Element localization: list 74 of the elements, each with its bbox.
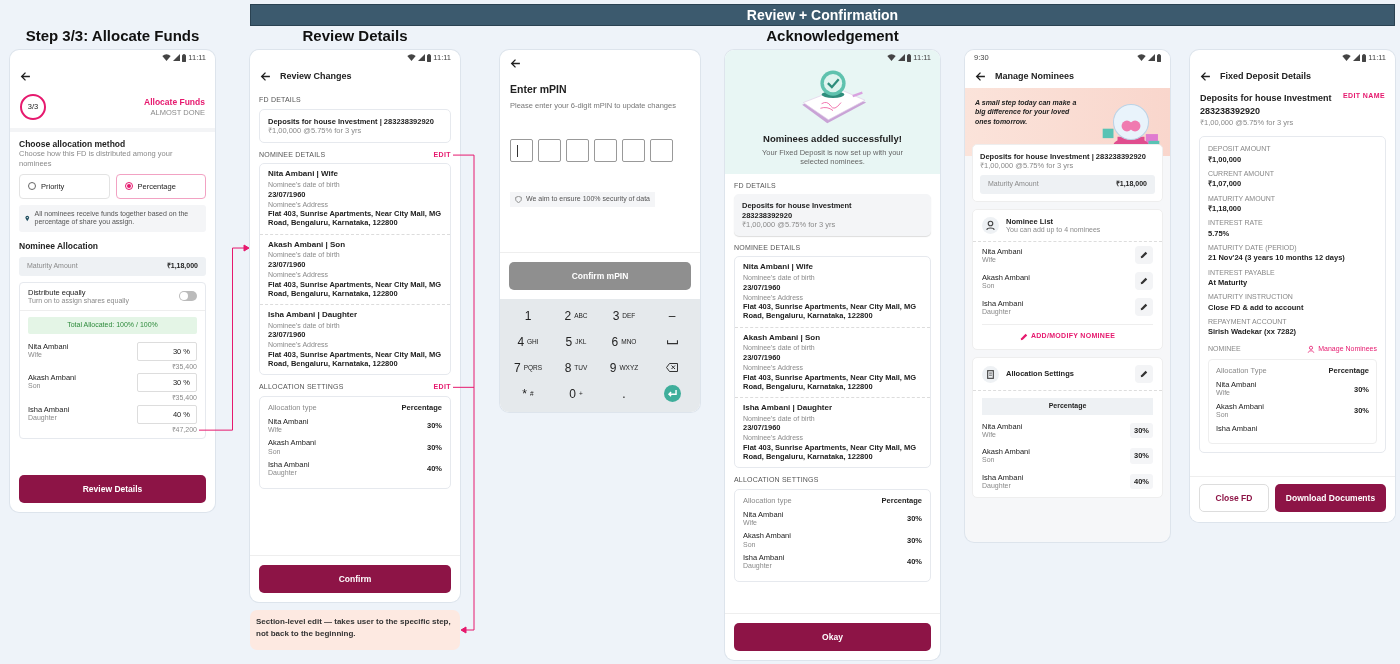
keypad-key[interactable]: 1	[504, 304, 552, 327]
section-heading: Acknowledgement	[765, 27, 900, 46]
fd-name: Deposits for house Investment	[1200, 92, 1332, 105]
signal-icon	[1353, 54, 1361, 61]
screen-title: Enter mPIN	[509, 82, 568, 96]
nominee-title: Isha Ambani | Daughter	[743, 402, 834, 413]
nominee-title: Akash Ambani | Son	[268, 239, 347, 250]
battery-icon	[427, 53, 432, 62]
keypad-key[interactable]: .	[600, 382, 648, 405]
section-heading: Review Details	[301, 27, 409, 46]
keypad-key[interactable]: –	[648, 304, 696, 327]
pin-digit-field[interactable]	[622, 139, 645, 163]
person-icon	[1307, 344, 1316, 353]
pin-digit-field[interactable]	[510, 139, 533, 163]
primary-button[interactable]: Okay	[734, 623, 931, 651]
fd-number: 283238392920	[1200, 105, 1262, 119]
connector-line	[452, 386, 475, 388]
screen-title: Manage Nominees	[995, 71, 1075, 82]
pencil-icon	[1140, 370, 1148, 378]
toggle-switch[interactable]	[179, 291, 197, 302]
success-title: Nominees added successfully!	[762, 133, 903, 145]
location-pin-icon	[25, 213, 30, 223]
back-arrow-icon[interactable]	[510, 58, 521, 69]
section-heading: Step 3/3: Allocate Funds	[24, 27, 201, 46]
pencil-icon	[1140, 277, 1148, 286]
back-arrow-icon[interactable]	[975, 71, 986, 82]
battery-icon	[182, 53, 187, 62]
person-icon	[982, 217, 999, 235]
space-key-icon[interactable]	[666, 338, 678, 345]
primary-button[interactable]: Review Details	[19, 475, 206, 503]
back-arrow-icon[interactable]	[20, 71, 31, 82]
nominee-title: Nita Ambani | Wife	[743, 262, 814, 273]
signal-icon	[898, 54, 906, 61]
enter-key-icon[interactable]	[663, 385, 681, 402]
back-arrow-icon[interactable]	[260, 71, 271, 82]
back-arrow-icon[interactable]	[1200, 71, 1211, 82]
pin-digit-field[interactable]	[594, 139, 617, 163]
nominee-title: Isha Ambani | Daughter	[268, 309, 359, 320]
nominee-title: Nita Ambani | Wife	[268, 169, 339, 180]
edit-button[interactable]	[1135, 246, 1153, 265]
pin-digit-field[interactable]	[566, 139, 589, 163]
pin-digit-field[interactable]	[538, 139, 561, 163]
step-title: Allocate Funds	[144, 97, 205, 108]
battery-icon	[1157, 53, 1161, 62]
document-icon	[982, 365, 999, 383]
edit-button[interactable]	[1135, 272, 1153, 291]
primary-button[interactable]: Confirm	[259, 565, 451, 593]
wifi-icon	[887, 54, 897, 61]
download-documents-button[interactable]: Download Documents	[1275, 484, 1386, 512]
section-title: Nominee Allocation	[19, 240, 100, 252]
pencil-icon	[1140, 303, 1148, 312]
screen-title: Review Changes	[280, 71, 352, 82]
signal-icon	[173, 54, 181, 61]
screen-title: Fixed Deposit Details	[1220, 71, 1312, 82]
edit-button[interactable]	[1135, 365, 1153, 383]
pencil-icon	[1019, 332, 1028, 341]
wifi-icon	[1137, 54, 1146, 61]
wifi-icon	[162, 54, 172, 61]
signal-icon	[1148, 54, 1155, 61]
wifi-icon	[1342, 54, 1352, 61]
wifi-icon	[407, 54, 417, 61]
close-fd-button[interactable]: Close FD	[1199, 484, 1269, 512]
backspace-icon[interactable]	[666, 363, 678, 372]
edit-button[interactable]	[1135, 298, 1153, 317]
signal-icon	[418, 54, 426, 61]
nominee-title: Akash Ambani | Son	[743, 332, 822, 343]
shield-icon	[515, 195, 522, 203]
battery-icon	[1362, 53, 1367, 62]
battery-icon	[907, 53, 912, 62]
flow-banner: Review + Confirmation	[250, 4, 1395, 26]
pencil-icon	[1140, 251, 1148, 260]
pin-digit-field[interactable]	[650, 139, 673, 163]
annotation-note: Section-level edit — takes user to the specific step, not back to the beginning.	[250, 610, 460, 650]
section-title: Choose allocation method	[19, 139, 127, 150]
